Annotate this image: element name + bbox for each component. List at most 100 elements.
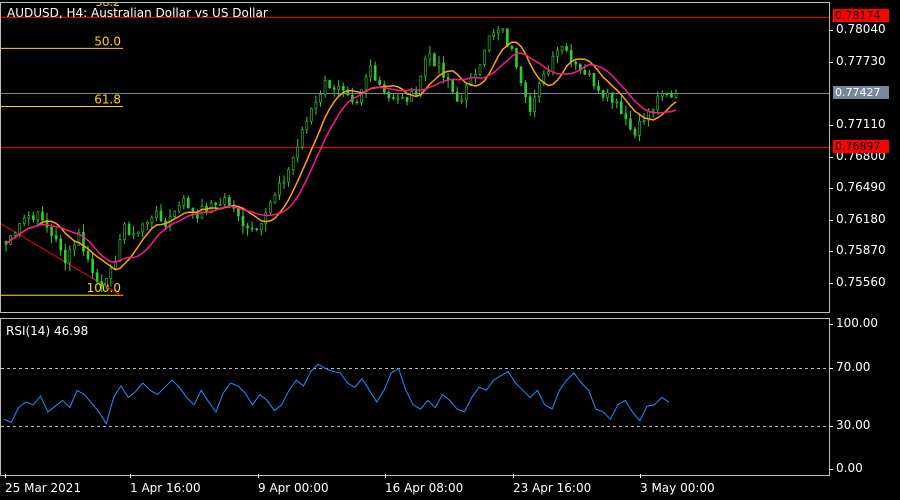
price-axis-tick	[829, 188, 833, 190]
candle-body	[187, 197, 190, 209]
time-axis-label: 25 Mar 2021	[5, 481, 82, 495]
candle-body	[442, 62, 445, 78]
candle-body	[483, 49, 486, 65]
candle-body	[59, 238, 62, 251]
candle-body	[341, 86, 345, 91]
candle-body	[405, 97, 409, 102]
rsi-axis-label: 30.00	[836, 417, 871, 432]
rsi-panel[interactable]: RSI(14) 46.98	[0, 318, 830, 476]
candle-body	[27, 215, 31, 219]
candle-body	[63, 249, 67, 264]
candle-body	[177, 205, 181, 212]
candle-body	[601, 90, 605, 98]
price-axis-label: 0.75560	[836, 275, 886, 289]
candle-body	[620, 101, 623, 114]
price-axis-tick	[829, 251, 833, 253]
time-axis-label: 23 Apr 16:00	[513, 481, 592, 495]
candle-body	[401, 97, 404, 99]
candle-body	[610, 92, 614, 103]
rsi-axis-label: 70.00	[836, 359, 871, 374]
candle-body	[118, 239, 122, 262]
candle-body	[592, 72, 596, 87]
candle-body	[460, 99, 464, 102]
candle-body	[515, 48, 518, 68]
candle-body	[214, 202, 217, 206]
candle-body	[291, 157, 295, 170]
candle-body	[524, 82, 527, 97]
candle-body	[18, 223, 21, 234]
candle-body	[109, 267, 113, 279]
fib-level-label: 100.0	[87, 281, 121, 295]
candle-body	[633, 128, 637, 136]
price-chart-panel[interactable]: 50.061.8100.038.2 AUDUSD, H4: Australian…	[0, 2, 830, 313]
candle-body	[155, 210, 158, 219]
candle-body	[159, 210, 163, 222]
price-chart-canvas[interactable]: 50.061.8100.038.2	[1, 3, 829, 312]
candle-body	[451, 80, 454, 93]
candle-body	[305, 120, 309, 130]
price-axis-tick	[829, 30, 833, 31]
candle-body	[50, 226, 53, 236]
price-axis-label: 0.75870	[836, 243, 886, 258]
rsi-axis-label: 0.00	[836, 461, 863, 475]
candle-body	[223, 197, 227, 205]
candle-body	[255, 228, 258, 230]
candle-body	[82, 231, 85, 252]
price-axis-tick	[829, 283, 833, 284]
candle-body	[323, 80, 327, 95]
rsi-line	[3, 363, 670, 425]
candle-body	[588, 72, 591, 75]
candle-body	[250, 227, 254, 230]
time-axis-tick	[258, 474, 259, 478]
symbol-title: AUDUSD, H4: Australian Dollar vs US Doll…	[7, 6, 268, 20]
candle-body	[465, 85, 468, 101]
candle-body	[651, 109, 655, 112]
candle-body	[478, 64, 482, 75]
moving-average-fast-line	[5, 41, 677, 271]
candle-body	[337, 86, 341, 90]
candle-body	[273, 194, 277, 203]
candle-body	[132, 233, 135, 236]
candle-body	[597, 85, 600, 91]
time-axis-tick	[130, 474, 131, 478]
candle-body	[355, 101, 359, 104]
candle-body	[665, 93, 669, 95]
candle-body	[364, 76, 368, 91]
candle-body	[428, 53, 432, 60]
candle-body	[496, 29, 500, 34]
candle-body	[414, 91, 418, 96]
candle-body	[501, 28, 505, 31]
current-price-tag: 0.77427	[833, 85, 889, 99]
price-axis-label: 0.78040	[836, 22, 886, 36]
price-axis-label: 0.77730	[836, 53, 886, 68]
candle-body	[300, 128, 304, 148]
candle-body	[22, 217, 26, 224]
candle-body	[173, 210, 176, 217]
candle-body	[537, 83, 541, 98]
candle-body	[378, 80, 382, 85]
candle-body	[656, 95, 660, 111]
rsi-axis-label: 100.00	[836, 316, 878, 330]
candle-body	[638, 120, 641, 136]
moving-average-slow-line	[5, 52, 677, 264]
candle-body	[296, 146, 300, 158]
price-axis-label: 0.76180	[836, 211, 886, 226]
candle-body	[360, 89, 363, 104]
candle-body	[533, 96, 537, 113]
price-axis-label: 0.76490	[836, 180, 886, 195]
candle-body	[86, 250, 90, 260]
candle-body	[492, 32, 495, 37]
candle-body	[278, 182, 281, 196]
candle-body	[510, 45, 514, 49]
candle-body	[182, 197, 186, 206]
candle-body	[455, 91, 459, 102]
rsi-canvas[interactable]	[1, 319, 829, 475]
candle-body	[332, 87, 336, 90]
candle-body	[519, 66, 523, 84]
candle-body	[574, 61, 578, 65]
candle-body	[150, 217, 154, 223]
candle-body	[433, 53, 436, 67]
candle-body	[228, 197, 231, 207]
price-axis-tick	[829, 124, 833, 126]
candle-body	[565, 46, 568, 51]
